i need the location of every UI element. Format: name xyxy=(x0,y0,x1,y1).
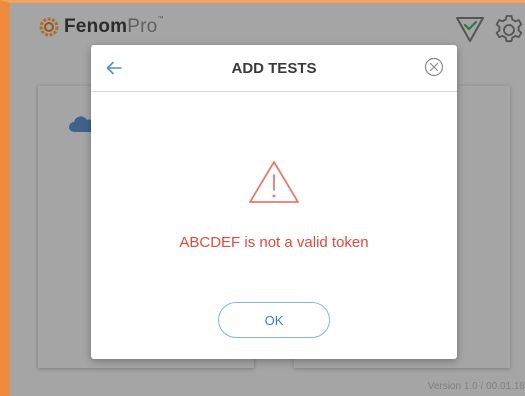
error-message: ABCDEF is not a valid token xyxy=(179,234,369,251)
warning-triangle-icon xyxy=(249,161,299,203)
dialog-title: ADD TESTS xyxy=(231,60,317,77)
close-icon[interactable] xyxy=(424,57,444,77)
dialog-header: ADD TESTS xyxy=(91,45,457,92)
add-tests-dialog: ADD TESTS ABCDEF is not a valid token OK xyxy=(91,45,457,359)
ok-button[interactable]: OK xyxy=(218,302,330,338)
